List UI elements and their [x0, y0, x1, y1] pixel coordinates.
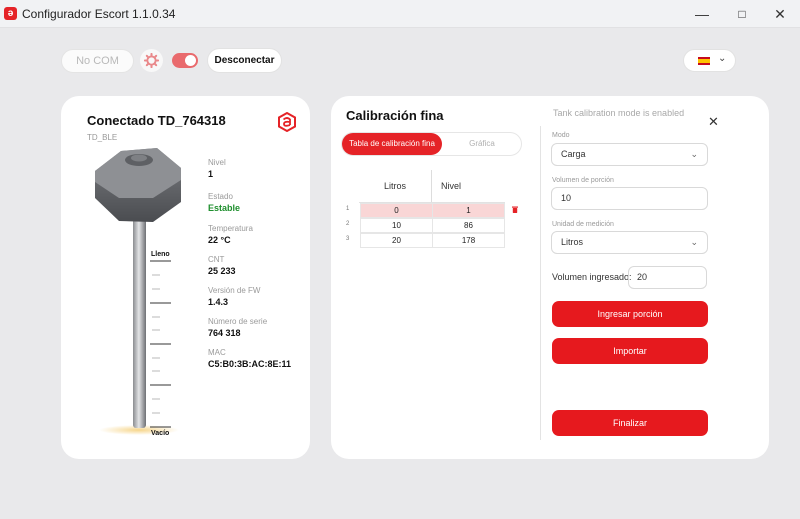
cell-liters[interactable]: 20 [360, 233, 433, 248]
cell-liters[interactable]: 0 [360, 203, 433, 218]
language-select[interactable]: ⌄ [683, 49, 736, 72]
info-level: Nivel 1 [208, 158, 226, 179]
close-icon[interactable]: ✕ [708, 114, 719, 130]
title-bar: ə Configurador Escort 1.1.0.34 — □ ✕ [0, 0, 800, 28]
table-row[interactable]: 3 20 178 [346, 233, 506, 248]
cell-level[interactable]: 86 [432, 218, 505, 233]
portion-label: Volumen de porción [552, 177, 614, 184]
mode-select[interactable]: Carga ⌄ [551, 143, 708, 166]
info-state: Estado Estable [208, 192, 240, 213]
info-value: 25 233 [208, 266, 236, 276]
mode-value: Carga [561, 149, 586, 159]
row-index: 3 [346, 236, 350, 242]
panel-divider [540, 126, 541, 440]
close-window-icon[interactable]: ✕ [768, 4, 792, 24]
brand-logo-icon [278, 112, 296, 132]
chevron-down-icon: ⌄ [690, 149, 698, 159]
info-label: Nivel [208, 158, 226, 167]
row-index: 1 [346, 206, 350, 212]
tab-chart[interactable]: Gráfica [442, 133, 522, 155]
table-row[interactable]: 1 0 1 [346, 203, 506, 218]
info-value: C5:B0:3B:AC:8E:11 [208, 359, 292, 369]
cell-level[interactable]: 1 [432, 203, 505, 218]
device-title: Conectado TD_764318 [87, 113, 226, 128]
disconnect-button[interactable]: Desconectar [207, 48, 282, 73]
finish-button[interactable]: Finalizar [552, 410, 708, 436]
calibration-card: Calibración fina Tank calibration mode i… [331, 96, 769, 459]
cell-liters[interactable]: 10 [360, 218, 433, 233]
column-header-liters: Litros [384, 181, 407, 191]
device-card: Conectado TD_764318 TD_BLE Lleno Vacío N… [61, 96, 310, 459]
unit-select[interactable]: Litros ⌄ [551, 231, 708, 254]
info-serial: Número de serie 764 318 [208, 317, 267, 338]
spain-flag-icon [698, 57, 710, 65]
toggle-knob [185, 55, 196, 66]
sensor-illustration [95, 148, 181, 435]
info-value: Estable [208, 203, 241, 213]
unit-label: Unidad de medición [552, 221, 614, 228]
column-header-level: Nivel [441, 181, 462, 191]
entered-volume-label: Volumen ingresado: [552, 272, 632, 282]
info-value: 1 [208, 169, 214, 179]
app-logo-icon: ə [4, 7, 17, 20]
view-tabs: Tabla de calibración fina Gráfica [341, 132, 522, 156]
info-label: Estado [208, 192, 233, 201]
portion-value: 10 [561, 193, 572, 203]
info-firmware: Versión de FW 1.4.3 [208, 286, 260, 307]
info-label: Número de serie [208, 317, 268, 326]
unit-value: Litros [561, 237, 584, 247]
entered-volume-value: 20 [637, 272, 648, 282]
connection-toggle[interactable] [172, 53, 198, 68]
chevron-down-icon: ⌄ [690, 237, 698, 247]
info-temperature: Temperatura 22 °C [208, 224, 253, 245]
delete-row-icon[interactable] [512, 206, 518, 213]
window-title: Configurador Escort 1.1.0.34 [22, 7, 176, 21]
minimize-icon[interactable]: — [690, 4, 714, 24]
mode-label: Modo [552, 132, 570, 139]
level-scale [150, 260, 171, 428]
table-row[interactable]: 2 10 86 [346, 218, 506, 233]
info-value: 22 °C [208, 235, 231, 245]
chevron-down-icon: ⌄ [718, 53, 727, 64]
add-portion-button[interactable]: Ingresar porción [552, 301, 708, 327]
info-label: CNT [208, 255, 225, 264]
device-subtitle: TD_BLE [87, 133, 118, 142]
calibration-status: Tank calibration mode is enabled [553, 108, 685, 118]
tab-calibration-table[interactable]: Tabla de calibración fina [342, 133, 442, 155]
row-index: 2 [346, 221, 350, 227]
settings-button[interactable] [140, 49, 163, 72]
entered-volume-input[interactable]: 20 [628, 266, 707, 289]
com-port-select[interactable]: No COM [61, 49, 134, 73]
info-mac: MAC C5:B0:3B:AC:8E:11 [208, 348, 291, 369]
cell-level[interactable]: 178 [432, 233, 505, 248]
info-value: 764 318 [208, 328, 241, 338]
portion-volume-input[interactable]: 10 [551, 187, 708, 210]
info-cnt: CNT 25 233 [208, 255, 236, 276]
gear-icon [144, 53, 159, 68]
import-button[interactable]: Importar [552, 338, 708, 364]
calibration-title: Calibración fina [346, 108, 444, 123]
maximize-icon[interactable]: □ [730, 4, 754, 24]
info-label: Temperatura [208, 224, 253, 233]
info-label: MAC [208, 348, 226, 357]
info-value: 1.4.3 [208, 297, 229, 307]
info-label: Versión de FW [208, 286, 261, 295]
header-divider [431, 170, 432, 202]
